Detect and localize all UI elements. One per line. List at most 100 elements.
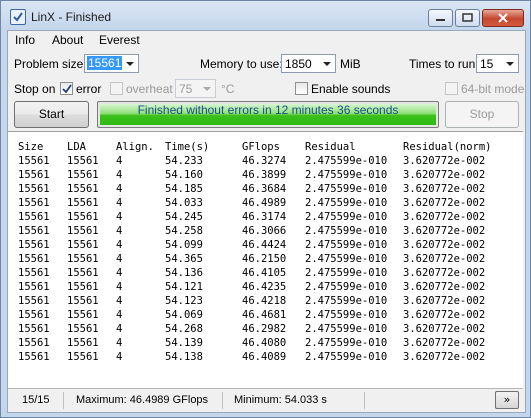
enable-sounds-label: Enable sounds bbox=[311, 82, 391, 96]
menu-about[interactable]: About bbox=[52, 33, 83, 47]
chevron-down-icon bbox=[323, 62, 331, 66]
table-cell: 54.160 bbox=[165, 169, 203, 181]
table-row: 15561 15561 4 54.160 46.3899 2.475599e-010 3.6… bbox=[18, 168, 503, 182]
table-row: 15561 15561 4 54.139 46.4080 2.475599e-010 3.6… bbox=[18, 336, 503, 350]
minimize-icon bbox=[436, 19, 445, 21]
table-cell: 2.475599e-010 bbox=[305, 239, 388, 251]
close-button[interactable] bbox=[482, 9, 524, 27]
overheat-label: overheat bbox=[126, 82, 173, 96]
table-cell: 15561 bbox=[18, 169, 50, 181]
times-combo[interactable]: 15 bbox=[476, 54, 519, 73]
app-check-icon bbox=[10, 9, 26, 25]
table-cell: 54.185 bbox=[165, 183, 203, 195]
start-button[interactable]: Start bbox=[14, 101, 89, 128]
table-cell: 15561 bbox=[18, 267, 50, 279]
memory-value: 1850 bbox=[285, 57, 312, 71]
table-row: 15561 15561 4 54.258 46.3066 2.475599e-010 3.6… bbox=[18, 224, 503, 238]
table-cell: 54.139 bbox=[165, 337, 203, 349]
table-cell: 15561 bbox=[67, 309, 99, 321]
table-cell: 15561 bbox=[67, 295, 99, 307]
table-cell: 46.3899 bbox=[242, 169, 287, 181]
table-cell: 15561 bbox=[18, 225, 50, 237]
table-cell: 15561 bbox=[67, 351, 99, 363]
table-cell: 15561 bbox=[18, 281, 50, 293]
times-value: 15 bbox=[480, 57, 494, 71]
table-cell: 2.475599e-010 bbox=[305, 253, 388, 265]
table-cell: 54.136 bbox=[165, 267, 203, 279]
table-cell: 2.475599e-010 bbox=[305, 169, 388, 181]
status-minimum: Minimum: 54.033 s bbox=[234, 394, 327, 406]
table-cell: 15561 bbox=[67, 197, 99, 209]
table-cell: 4 bbox=[116, 183, 123, 195]
menu-info[interactable]: Info bbox=[15, 33, 35, 47]
results-panel[interactable]: Size LDA Align. Time(s) GFlops Residual … bbox=[8, 131, 523, 389]
title-bar[interactable]: LinX - Finished bbox=[1, 1, 530, 31]
table-cell: 3.620772e-002 bbox=[403, 225, 486, 237]
table-cell: 54.121 bbox=[165, 281, 203, 293]
overheat-unit: °C bbox=[221, 82, 235, 96]
table-cell: 15561 bbox=[67, 281, 99, 293]
table-cell: 54.099 bbox=[165, 239, 203, 251]
table-cell: 15561 bbox=[18, 197, 50, 209]
table-row: 15561 15561 4 54.033 46.4989 2.475599e-010 3.6… bbox=[18, 196, 503, 210]
table-cell: 46.4235 bbox=[242, 281, 287, 293]
maximize-button[interactable] bbox=[455, 9, 480, 27]
status-maximum: Maximum: 46.4989 GFlops bbox=[76, 394, 209, 406]
col-lda: LDA bbox=[67, 141, 86, 153]
table-cell: 4 bbox=[116, 239, 123, 251]
stop-button[interactable]: Stop bbox=[445, 101, 519, 128]
error-checkbox[interactable] bbox=[60, 82, 73, 95]
col-residual-norm: Residual(norm) bbox=[403, 141, 492, 153]
table-cell: 2.475599e-010 bbox=[305, 309, 388, 321]
table-cell: 15561 bbox=[18, 337, 50, 349]
menu-everest[interactable]: Everest bbox=[99, 33, 140, 47]
table-row: 15561 15561 4 54.099 46.4424 2.475599e-010 3.6… bbox=[18, 238, 503, 252]
table-row: 15561 15561 4 54.365 46.2150 2.475599e-010 3.6… bbox=[18, 252, 503, 266]
overheat-checkbox[interactable] bbox=[110, 82, 123, 95]
client-area: Info About Everest Problem size: 15561 M… bbox=[7, 30, 526, 413]
table-row: 15561 15561 4 54.233 46.3274 2.475599e-010 3.6… bbox=[18, 154, 503, 168]
table-cell: 4 bbox=[116, 295, 123, 307]
app-window: LinX - Finished Info About Everest Probl… bbox=[0, 0, 531, 418]
status-divider bbox=[63, 392, 64, 409]
table-cell: 3.620772e-002 bbox=[403, 155, 486, 167]
table-cell: 54.123 bbox=[165, 295, 203, 307]
table-cell: 3.620772e-002 bbox=[403, 309, 486, 321]
col-align: Align. bbox=[116, 141, 154, 153]
table-cell: 46.4105 bbox=[242, 267, 287, 279]
window-title: LinX - Finished bbox=[31, 10, 112, 24]
table-cell: 46.4424 bbox=[242, 239, 287, 251]
table-cell: 15561 bbox=[67, 253, 99, 265]
table-cell: 4 bbox=[116, 197, 123, 209]
memory-combo[interactable]: 1850 bbox=[281, 54, 336, 73]
table-cell: 3.620772e-002 bbox=[403, 239, 486, 251]
caption-buttons bbox=[426, 9, 524, 27]
table-cell: 15561 bbox=[67, 337, 99, 349]
table-cell: 15561 bbox=[18, 239, 50, 251]
minimize-button[interactable] bbox=[428, 9, 453, 27]
col-residual: Residual bbox=[305, 141, 356, 153]
status-runs: 15/15 bbox=[22, 394, 50, 406]
table-cell: 4 bbox=[116, 225, 123, 237]
problem-size-value: 15561 bbox=[87, 56, 123, 70]
table-cell: 4 bbox=[116, 155, 123, 167]
table-cell: 15561 bbox=[67, 169, 99, 181]
table-cell: 54.138 bbox=[165, 351, 203, 363]
enable-sounds-checkbox[interactable] bbox=[295, 82, 308, 95]
table-cell: 46.3684 bbox=[242, 183, 287, 195]
memory-label: Memory to use: bbox=[200, 57, 283, 71]
table-cell: 4 bbox=[116, 169, 123, 181]
results-header-row: Size LDA Align. Time(s) GFlops Residual … bbox=[18, 140, 503, 154]
table-cell: 15561 bbox=[18, 323, 50, 335]
table-row: 15561 15561 4 54.138 46.4089 2.475599e-010 3.6… bbox=[18, 350, 503, 364]
memory-unit: MiB bbox=[340, 57, 361, 71]
table-cell: 3.620772e-002 bbox=[403, 197, 486, 209]
mode64-checkbox[interactable] bbox=[445, 82, 458, 95]
expand-button[interactable]: » bbox=[495, 391, 519, 409]
table-cell: 15561 bbox=[18, 155, 50, 167]
overheat-combo[interactable]: 75 bbox=[175, 79, 216, 98]
error-label: error bbox=[76, 82, 102, 96]
problem-size-combo[interactable]: 15561 bbox=[84, 54, 139, 73]
table-cell: 15561 bbox=[67, 239, 99, 251]
table-cell: 15561 bbox=[18, 309, 50, 321]
